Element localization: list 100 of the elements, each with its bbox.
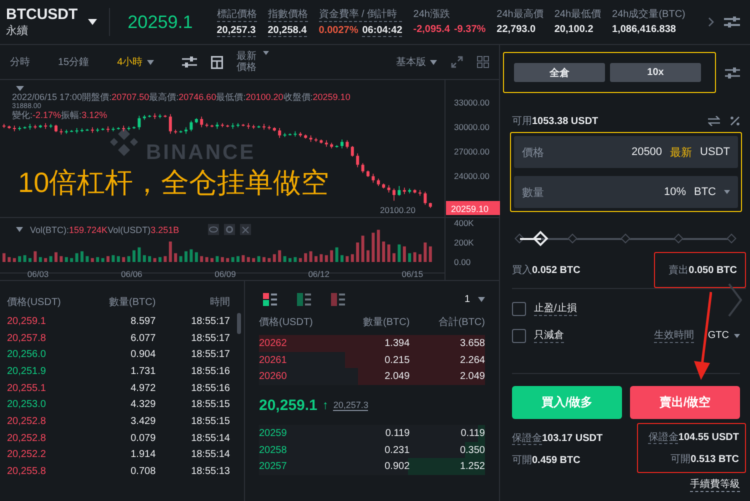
symbol-name[interactable]: BTCUSDT [6, 6, 78, 23]
caret-icon [430, 60, 437, 64]
candle [132, 126, 136, 130]
volume-bar [298, 258, 302, 262]
caret-icon [734, 334, 740, 338]
precision-dropdown[interactable]: 1 [464, 294, 485, 304]
order-info: 可開0.459 BTC [512, 454, 582, 467]
date-label: 06/09 [214, 269, 236, 279]
candle [122, 125, 126, 132]
collapse-caret-icon[interactable] [16, 227, 23, 232]
volume-bar [210, 258, 214, 262]
volume-bar [116, 256, 120, 262]
candle [184, 126, 188, 134]
volume-bar [226, 258, 230, 262]
candle [340, 139, 344, 149]
sell-short-button[interactable]: 賣出/做空 [630, 386, 740, 419]
ask-price[interactable]: 20260 [259, 371, 334, 382]
margin-mode-button[interactable]: 全倉 [514, 63, 605, 82]
candle [408, 188, 412, 194]
leverage-button[interactable]: 10x [610, 63, 701, 82]
volume-bar [392, 253, 396, 262]
candle [49, 124, 52, 128]
volume-bar [268, 258, 271, 262]
trade-time: 18:55:17 [190, 332, 230, 344]
stat-value: -9.37% [454, 24, 486, 35]
bid-total: 1.252 [458, 461, 485, 472]
caret-icon [478, 296, 485, 302]
book-layout-icon[interactable] [331, 292, 345, 306]
bid-price[interactable]: 20258 [259, 444, 334, 456]
book-layout-icon[interactable] [263, 292, 277, 306]
volume-bar [80, 251, 84, 262]
option-label[interactable]: 止盈/止損 [534, 301, 577, 316]
candle [168, 114, 172, 134]
ask-price[interactable]: 20262 [259, 338, 334, 349]
checkbox[interactable] [512, 328, 526, 342]
indicator-icon[interactable] [182, 56, 197, 68]
chevron-right-icon[interactable] [728, 283, 742, 317]
grid-icon[interactable] [210, 56, 223, 68]
candle [314, 137, 318, 142]
order-info: 保證金104.55 USDT [648, 430, 739, 444]
volume-bar [424, 242, 427, 262]
volume-bar [382, 242, 386, 262]
time-in-force-dropdown[interactable]: GTC [708, 330, 740, 341]
candle [18, 126, 22, 131]
annotation-text: 10倍杠杆，全仓挂单做空 [18, 166, 330, 200]
candle [127, 126, 130, 131]
last-price: 20259.1 [128, 12, 193, 32]
candle [112, 126, 115, 132]
bid-price[interactable]: 20257 [259, 461, 334, 472]
interval-tab[interactable]: 4小時 [117, 55, 154, 69]
bid-total: 0.119 [460, 428, 485, 439]
fee-level-link[interactable]: 手續費等級 [690, 477, 740, 492]
stat-label[interactable]: 資金費率 / 倒計時 [318, 7, 402, 22]
candle [174, 129, 178, 134]
book-layout-icon[interactable] [297, 292, 311, 306]
axis-label: 33000.00 [454, 98, 490, 108]
ask-price[interactable]: 20261 [259, 354, 334, 366]
checkbox[interactable] [512, 302, 526, 316]
candle [101, 128, 104, 131]
chevron-right-icon[interactable] [708, 17, 714, 27]
volume-bar [242, 255, 245, 262]
candle [60, 128, 63, 135]
volume-bar [402, 246, 406, 262]
price-field[interactable]: 價格 20500 最新 USDT [514, 136, 738, 168]
interval-tab[interactable]: 分時 [10, 55, 30, 69]
candle [288, 132, 292, 136]
option-label[interactable]: 只減倉 [534, 328, 564, 343]
candle [361, 162, 364, 174]
candle [413, 188, 416, 194]
expand-icon[interactable] [451, 56, 463, 68]
transfer-icon[interactable] [708, 116, 720, 126]
percent-icon[interactable] [730, 116, 740, 126]
slider-thumb[interactable] [532, 230, 548, 246]
candle [335, 144, 338, 148]
stat-label[interactable]: 標記價格 [216, 7, 257, 22]
caret-icon[interactable] [88, 19, 97, 25]
trade-amount: 0.904 [130, 349, 156, 360]
candle [200, 116, 204, 128]
price-type-dropdown[interactable]: 最新價格 [236, 51, 269, 73]
candle [298, 132, 302, 138]
candle [220, 122, 224, 128]
candle [34, 124, 37, 130]
interval-tab[interactable]: 15分鐘 [58, 55, 90, 69]
volume-bar [18, 256, 22, 262]
view-dropdown[interactable]: 基本版 [396, 55, 437, 69]
scrollbar[interactable] [237, 313, 241, 334]
caret-icon [262, 51, 269, 55]
volume-bar [38, 257, 42, 262]
candle [148, 114, 152, 118]
layout-icon[interactable] [477, 56, 489, 68]
stat-label[interactable]: 指數價格 [268, 7, 308, 22]
bid-price[interactable]: 20259 [259, 428, 334, 439]
quantity-field[interactable]: 數量 10% BTC [514, 176, 738, 208]
stat-label: 24h最低價 [554, 8, 602, 21]
collapse-caret-icon[interactable] [16, 86, 24, 91]
volume-bar [288, 258, 292, 262]
volume-bar [164, 256, 167, 262]
candle [116, 126, 120, 130]
mark-price[interactable]: 20,257.3 [333, 400, 368, 411]
order-info: 可開0.513 BTC [670, 453, 739, 466]
